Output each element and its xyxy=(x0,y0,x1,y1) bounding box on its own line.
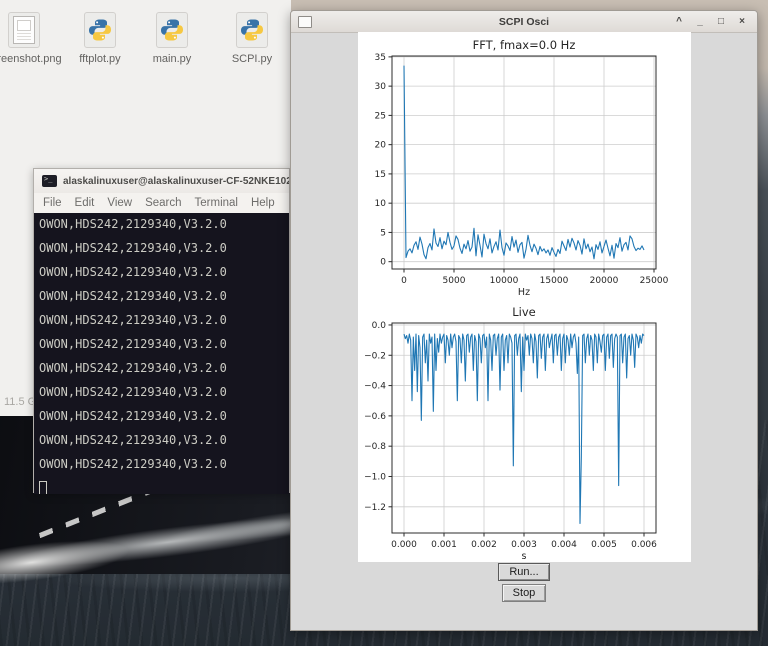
svg-text:−0.4: −0.4 xyxy=(364,382,386,392)
svg-text:s: s xyxy=(522,551,527,562)
image-file-icon xyxy=(8,12,40,48)
figure-canvas: 0 5000 10000 15000 20000 25000 0 5 10 15 20 25 30 35 F… xyxy=(358,32,691,562)
svg-text:0: 0 xyxy=(380,258,386,268)
menu-help[interactable]: Help xyxy=(251,197,275,209)
svg-text:FFT, fmax=0.0 Hz: FFT, fmax=0.0 Hz xyxy=(473,38,576,52)
terminal-cursor xyxy=(39,481,47,494)
terminal-titlebar[interactable]: alaskalinuxuser@alaskalinuxuser-CF-52NKE… xyxy=(34,169,289,193)
svg-text:15: 15 xyxy=(375,170,386,180)
svg-text:0.003: 0.003 xyxy=(511,540,537,550)
svg-text:0.000: 0.000 xyxy=(391,540,417,550)
svg-text:0.001: 0.001 xyxy=(431,540,457,550)
minimize-icon[interactable]: _ xyxy=(694,17,706,27)
menu-view[interactable]: View xyxy=(107,197,132,209)
terminal-title: alaskalinuxuser@alaskalinuxuser-CF-52NKE… xyxy=(63,176,289,187)
menu-edit[interactable]: Edit xyxy=(75,197,95,209)
icon-label: screenshot.png xyxy=(0,53,62,65)
icon-label: main.py xyxy=(153,53,192,65)
svg-text:−1.0: −1.0 xyxy=(364,472,386,482)
scpi-osci-window: SCPI Osci ^ _ □ × 0 5000 10000 15000 20000 25… xyxy=(290,10,758,631)
python-logo-icon xyxy=(240,18,264,42)
desktop-icon-fftplot[interactable]: fftplot.py xyxy=(62,12,138,65)
terminal-window: alaskalinuxuser@alaskalinuxuser-CF-52NKE… xyxy=(33,168,290,493)
svg-text:−0.6: −0.6 xyxy=(364,412,386,422)
svg-text:0: 0 xyxy=(401,276,407,286)
desktop-icon-scpi[interactable]: SCPI.py xyxy=(214,12,290,65)
svg-text:20: 20 xyxy=(375,141,387,151)
python-file-icon xyxy=(84,12,116,48)
control-buttons: Run... Stop xyxy=(291,563,757,602)
svg-text:25: 25 xyxy=(375,111,386,121)
svg-text:5: 5 xyxy=(380,228,386,238)
svg-text:−0.2: −0.2 xyxy=(364,351,386,361)
terminal-menubar: File Edit View Search Terminal Help xyxy=(34,193,289,213)
close-icon[interactable]: × xyxy=(736,17,748,27)
svg-text:Live: Live xyxy=(512,305,535,319)
python-file-icon xyxy=(156,12,188,48)
svg-text:−0.8: −0.8 xyxy=(364,442,386,452)
maximize-icon[interactable]: □ xyxy=(715,17,727,27)
python-logo-icon xyxy=(88,18,112,42)
icon-label: SCPI.py xyxy=(232,53,272,65)
disk-usage-label: 11.5 G xyxy=(4,396,36,408)
svg-text:0.005: 0.005 xyxy=(591,540,617,550)
shade-icon[interactable]: ^ xyxy=(673,17,685,27)
svg-text:10: 10 xyxy=(375,199,387,209)
scpi-titlebar[interactable]: SCPI Osci ^ _ □ × xyxy=(291,11,757,33)
svg-text:−1.2: −1.2 xyxy=(364,503,386,513)
svg-text:0.006: 0.006 xyxy=(631,540,657,550)
svg-text:10000: 10000 xyxy=(490,276,519,286)
python-logo-icon xyxy=(160,18,184,42)
desktop-icon-main[interactable]: main.py xyxy=(134,12,210,65)
svg-text:30: 30 xyxy=(375,82,387,92)
svg-text:5000: 5000 xyxy=(443,276,466,286)
svg-text:0.004: 0.004 xyxy=(551,540,577,550)
menu-file[interactable]: File xyxy=(43,197,62,209)
terminal-app-icon xyxy=(42,175,57,187)
desktop-icon-screenshot[interactable]: screenshot.png xyxy=(0,12,62,65)
svg-text:25000: 25000 xyxy=(640,276,669,286)
stop-button[interactable]: Stop xyxy=(502,584,547,602)
menu-search[interactable]: Search xyxy=(145,197,181,209)
terminal-output[interactable]: OWON,HDS242,2129340,V3.2.0OWON,HDS242,21… xyxy=(34,213,289,494)
icon-label: fftplot.py xyxy=(79,53,120,65)
python-file-icon xyxy=(236,12,268,48)
svg-text:15000: 15000 xyxy=(540,276,569,286)
svg-text:0.0: 0.0 xyxy=(372,321,387,331)
window-controls: ^ _ □ × xyxy=(673,17,757,27)
menu-terminal[interactable]: Terminal xyxy=(195,197,238,209)
matplotlib-figure: 0 5000 10000 15000 20000 25000 0 5 10 15 20 25 30 35 F… xyxy=(358,32,691,562)
svg-text:20000: 20000 xyxy=(590,276,619,286)
run-button[interactable]: Run... xyxy=(498,563,549,581)
svg-text:0.002: 0.002 xyxy=(471,540,497,550)
svg-text:35: 35 xyxy=(375,53,386,63)
svg-text:Hz: Hz xyxy=(518,287,530,298)
